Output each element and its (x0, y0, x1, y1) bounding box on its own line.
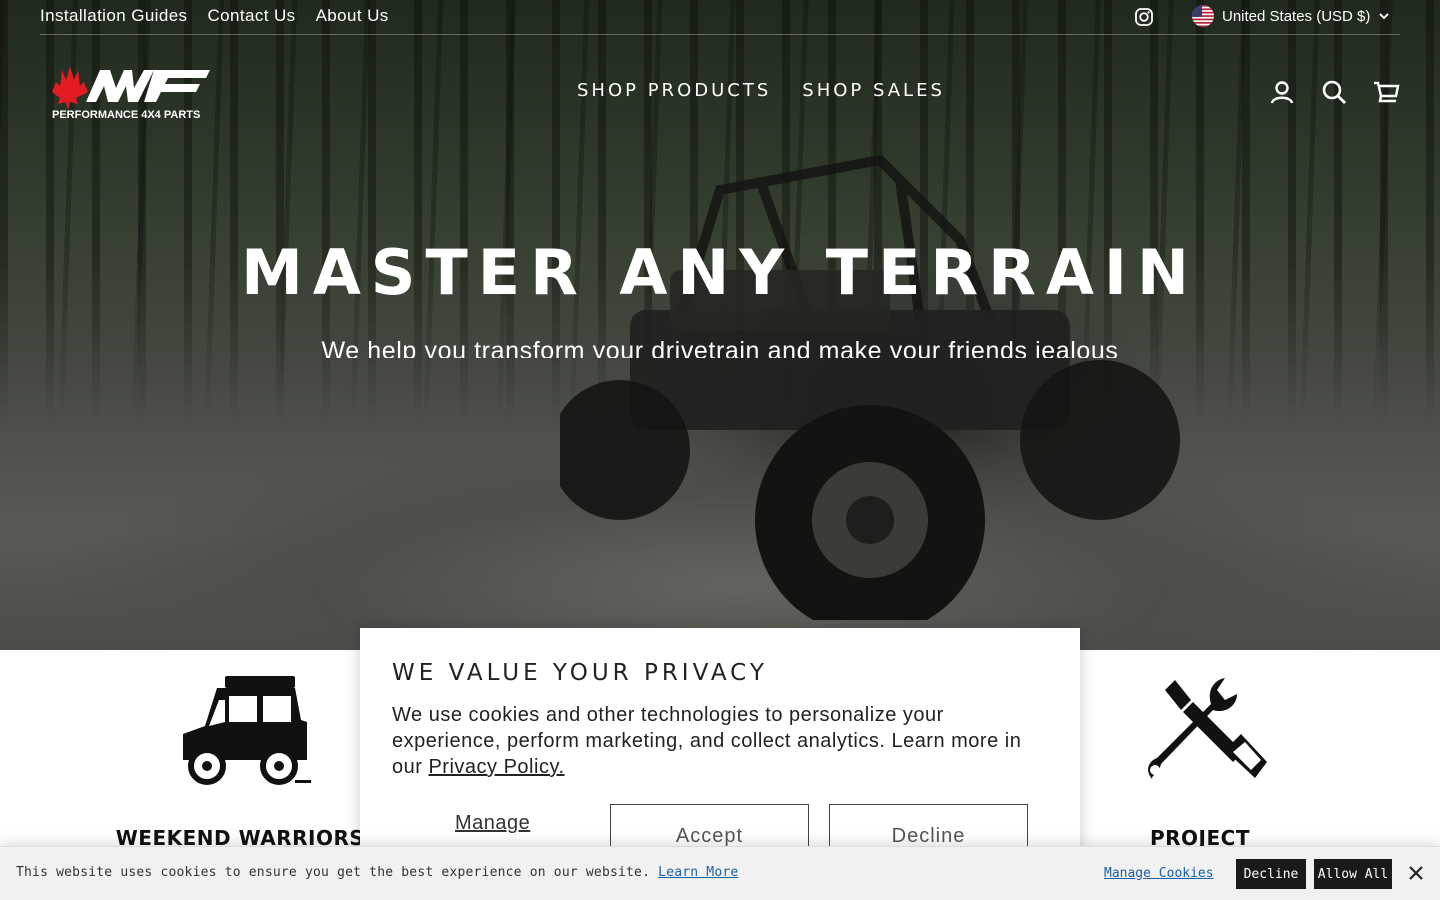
account-icon[interactable] (1268, 78, 1296, 106)
feature-project-enthusiasts: PROJECT ENTHUSIASTS (1070, 670, 1330, 874)
header-actions (1268, 78, 1400, 106)
learn-more-link[interactable]: Learn More (658, 865, 738, 880)
privacy-heading: WE VALUE YOUR PRIVACY (392, 660, 768, 686)
close-icon[interactable] (1406, 863, 1426, 883)
about-us-link[interactable]: About Us (316, 6, 389, 26)
chevron-down-icon (1379, 13, 1390, 20)
us-flag-icon (1192, 5, 1214, 27)
hero-title: MASTER ANY TERRAIN (241, 236, 1199, 309)
nwf-logo[interactable]: PERFORMANCE 4X4 PARTS (46, 62, 212, 124)
offroad-truck-icon (183, 676, 311, 785)
privacy-body: We use cookies and other technologies to… (392, 702, 1056, 780)
cart-icon[interactable] (1372, 78, 1400, 106)
manage-cookies-link[interactable]: Manage Cookies (1104, 866, 1214, 881)
installation-guides-link[interactable]: Installation Guides (40, 6, 187, 26)
main-nav: SHOP PRODUCTS SHOP SALES (577, 80, 945, 101)
utility-links: Installation Guides Contact Us About Us (40, 6, 389, 26)
privacy-policy-link[interactable]: Privacy Policy. (428, 756, 564, 778)
utility-bar: Installation Guides Contact Us About Us … (0, 0, 1440, 35)
cookie-message: This website uses cookies to ensure you … (16, 865, 738, 880)
cookie-message-text: This website uses cookies to ensure you … (16, 865, 651, 880)
country-label: United States (USD $) (1222, 7, 1371, 25)
search-icon[interactable] (1320, 78, 1348, 106)
nav-shop-products[interactable]: SHOP PRODUCTS (577, 80, 771, 101)
logo-tagline: PERFORMANCE 4X4 PARTS (52, 109, 200, 121)
cookie-allow-all-button[interactable]: Allow All (1314, 859, 1392, 889)
hero-subtitle: We help you transform your drivetrain an… (321, 337, 1119, 358)
wrench-screwdriver-icon (1148, 678, 1267, 780)
utility-divider (40, 34, 1400, 35)
instagram-icon[interactable] (1134, 7, 1154, 27)
country-selector[interactable]: United States (USD $) (1192, 5, 1390, 27)
nav-shop-sales[interactable]: SHOP SALES (802, 80, 945, 101)
manage-preferences-link[interactable]: Manage preferences (455, 812, 575, 836)
cookie-bar: This website uses cookies to ensure you … (0, 846, 1440, 900)
feature-weekend-warriors: WEEKEND WARRIORS (110, 670, 370, 850)
cookie-decline-button[interactable]: Decline (1236, 859, 1306, 889)
contact-us-link[interactable]: Contact Us (207, 6, 295, 26)
